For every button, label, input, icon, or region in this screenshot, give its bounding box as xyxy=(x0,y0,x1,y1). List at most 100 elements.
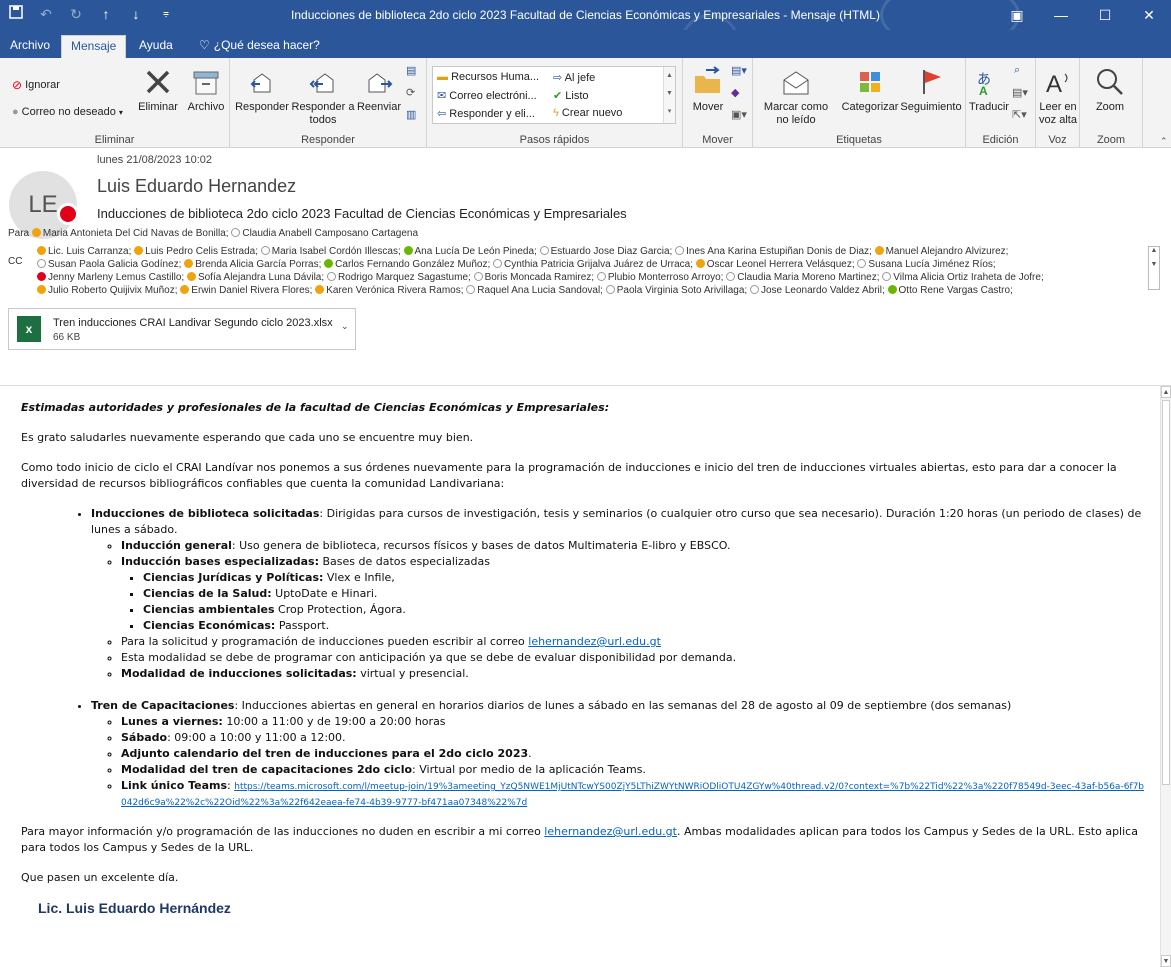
scroll-thumb[interactable] xyxy=(1162,400,1170,785)
recipient[interactable]: Claudia Anabell Camposano Cartagena xyxy=(231,228,418,239)
recipient[interactable]: Ana Lucía De León Pineda; xyxy=(403,246,540,257)
to-recipients: Para Maria Antonieta Del Cid Navas de Bo… xyxy=(8,228,418,239)
archive-button[interactable]: Archivo xyxy=(184,66,228,114)
meeting-icon[interactable]: ▤ xyxy=(406,64,416,77)
collapse-ribbon-icon[interactable]: ⌃ xyxy=(1160,136,1168,147)
zoom-button[interactable]: Zoom xyxy=(1090,66,1130,114)
ribbon-display-icon[interactable]: ▣ xyxy=(995,0,1039,30)
to-label: Para xyxy=(8,228,30,239)
list-item: Modalidad de inducciones solicitadas: vi… xyxy=(121,666,1148,682)
recipient[interactable]: Erwin Daniel Rivera Flores; xyxy=(180,285,315,296)
actions-icon[interactable]: ▣▾ xyxy=(731,108,747,121)
quick-step-item[interactable]: ⇨ Al jefe xyxy=(553,71,595,84)
mark-unread-button[interactable]: Marcar como no leído xyxy=(759,66,833,127)
recipient[interactable]: Raquel Ana Lucia Sandoval; xyxy=(466,285,605,296)
forward-mail-icon: ⇨ xyxy=(553,72,563,84)
ignore-button[interactable]: ⊘ Ignorar xyxy=(12,78,60,92)
recipient[interactable]: Manuel Alejandro Alvizurez; xyxy=(874,246,1008,257)
recipient[interactable]: Plubio Monterroso Arroyo; xyxy=(596,272,726,283)
recipient[interactable]: Lic. Luis Carranza; xyxy=(37,246,134,257)
attachment-card[interactable]: x Tren inducciones CRAI Landivar Segundo… xyxy=(8,308,356,350)
body-scrollbar[interactable]: ▲ ▼ xyxy=(1160,386,1171,967)
recipient-name: Ana Lucía De León Pineda; xyxy=(414,246,540,257)
related-icon[interactable]: ▤▾ xyxy=(1012,86,1028,99)
move-folder-icon xyxy=(695,66,720,93)
list-item: Inducción bases especializadas: Bases de… xyxy=(121,554,1148,634)
minimize-button[interactable]: — xyxy=(1039,0,1083,30)
delete-button[interactable]: Eliminar xyxy=(136,66,180,114)
recipient[interactable]: Susan Paola Galicia Godínez; xyxy=(37,259,184,270)
recipient[interactable]: Sofía Alejandra Luna Dávila; xyxy=(186,272,327,283)
recipient-name: Carlos Fernando González Muñoz; xyxy=(335,259,494,270)
presence-offline-icon xyxy=(466,285,476,294)
recipient[interactable]: Ines Ana Karina Estupiñan Donis de Diaz; xyxy=(675,246,874,257)
recipient[interactable]: Julio Roberto Quijivix Muñoz; xyxy=(37,285,180,296)
rules-icon[interactable]: ▤▾ xyxy=(731,64,747,77)
quick-step-item[interactable]: ✔ Listo xyxy=(553,89,589,102)
title-bar: ↶ ↻ ↑ ↓ ⩦ Inducciones de biblioteca 2do … xyxy=(0,0,1171,30)
tell-me-search[interactable]: ♡ ¿Qué desea hacer? xyxy=(199,35,320,58)
translate-button[interactable]: あA Traducir xyxy=(968,66,1010,114)
recipient[interactable]: Cynthia Patricia Grijalva Juárez de Urra… xyxy=(493,259,696,270)
quick-step-item[interactable]: ▬ Recursos Huma... xyxy=(437,71,539,83)
ignore-icon: ⊘ xyxy=(12,78,23,92)
recipient[interactable]: Karen Verónica Rivera Ramos; xyxy=(315,285,466,296)
junk-button[interactable]: ● Correo no deseado ▾ xyxy=(12,106,123,118)
recipient[interactable]: Maria Isabel Cordón Illescas; xyxy=(260,246,404,257)
recipient[interactable]: Luis Pedro Celis Estrada; xyxy=(134,246,261,257)
find-icon[interactable]: ⌕ xyxy=(1014,64,1020,77)
list-item: Modalidad del tren de capacitaciones 2do… xyxy=(121,762,1148,778)
more-respond-icon[interactable]: ⟳ xyxy=(406,86,415,99)
presence-away-icon xyxy=(134,246,144,255)
onenote-icon[interactable]: ◆ xyxy=(731,86,739,99)
quick-step-item[interactable]: ⇦ Responder y eli... xyxy=(437,107,535,120)
recipient[interactable]: Claudia Maria Moreno Martinez; xyxy=(726,272,882,283)
recipient-name: Otto Rene Vargas Castro; xyxy=(898,285,1013,296)
scroll-up-icon[interactable]: ▲ xyxy=(1161,386,1171,398)
sender-name[interactable]: Luis Eduardo Hernandez xyxy=(97,176,296,197)
read-aloud-button[interactable]: A Leer en voz alta xyxy=(1038,66,1078,127)
flag-icon xyxy=(923,70,941,94)
gallery-scrollbar[interactable]: ▲ ▼ ▾ xyxy=(663,67,675,123)
cc-scrollbar[interactable]: ▲ ▼ xyxy=(1148,246,1160,290)
recipient[interactable]: Estuardo Jose Diaz Garcia; xyxy=(539,246,676,257)
tab-ayuda[interactable]: Ayuda xyxy=(139,35,173,58)
recipient-name: Jenny Marleny Lemus Castillo; xyxy=(48,272,187,283)
recipient[interactable]: Jose Leonardo Valdez Abril; xyxy=(749,285,888,296)
forward-button[interactable]: Reenviar xyxy=(354,66,404,114)
im-icon[interactable]: ▥ xyxy=(406,108,416,121)
recipient[interactable]: Brenda Alicia García Porras; xyxy=(184,259,324,270)
teams-link[interactable]: https://teams.microsoft.com/l/meetup-joi… xyxy=(121,782,1144,808)
recipient[interactable]: Jenny Marleny Lemus Castillo; xyxy=(37,272,187,283)
quick-step-item[interactable]: ✉ Correo electróni... xyxy=(437,89,537,102)
recipient[interactable]: Paola Virginia Soto Arivillaga; xyxy=(605,285,750,296)
reply-all-button[interactable]: Responder a todos xyxy=(290,66,356,127)
close-button[interactable]: ✕ xyxy=(1127,0,1171,30)
recipient[interactable]: Susana Lucía Jiménez Ríos; xyxy=(857,259,996,270)
select-icon[interactable]: ⇱▾ xyxy=(1012,108,1027,121)
group-responder: Responder Responder a todos Reenviar ▤ ⟳… xyxy=(230,58,427,148)
email-link[interactable]: lehernandez@url.edu.gt xyxy=(528,635,661,648)
reply-button[interactable]: Responder xyxy=(234,66,290,114)
email-link[interactable]: lehernandez@url.edu.gt xyxy=(544,825,677,838)
follow-up-button[interactable]: Seguimiento xyxy=(899,66,963,114)
tab-archivo[interactable]: Archivo xyxy=(10,35,50,58)
scroll-down-icon[interactable]: ▼ xyxy=(1161,955,1171,967)
tab-mensaje[interactable]: Mensaje xyxy=(61,35,127,58)
archive-icon xyxy=(193,71,219,95)
chevron-down-icon[interactable]: ⌄ xyxy=(341,321,349,332)
maximize-button[interactable]: ☐ xyxy=(1083,0,1127,30)
recipient[interactable]: Vilma Alicia Ortiz Iraheta de Jofre; xyxy=(882,272,1044,283)
quick-step-item[interactable]: ϟ Crear nuevo xyxy=(553,107,622,119)
recipient[interactable]: Otto Rene Vargas Castro; xyxy=(887,285,1013,296)
categorize-button[interactable]: Categorizar xyxy=(835,66,905,114)
recipient[interactable]: Oscar Leonel Herrera Velásquez; xyxy=(695,259,858,270)
recipient[interactable]: Maria Antonieta Del Cid Navas de Bonilla… xyxy=(31,228,229,239)
recipient[interactable]: Carlos Fernando González Muñoz; xyxy=(324,259,493,270)
paragraph: Que pasen un excelente día. xyxy=(21,871,179,884)
group-edicion: あA Traducir ⌕ ▤▾ ⇱▾ Edición xyxy=(966,58,1036,148)
forward-icon xyxy=(368,73,393,93)
recipient[interactable]: Rodrigo Marquez Sagastume; xyxy=(326,272,474,283)
recipient[interactable]: Boris Moncada Ramirez; xyxy=(473,272,597,283)
move-button[interactable]: Mover xyxy=(687,66,729,114)
